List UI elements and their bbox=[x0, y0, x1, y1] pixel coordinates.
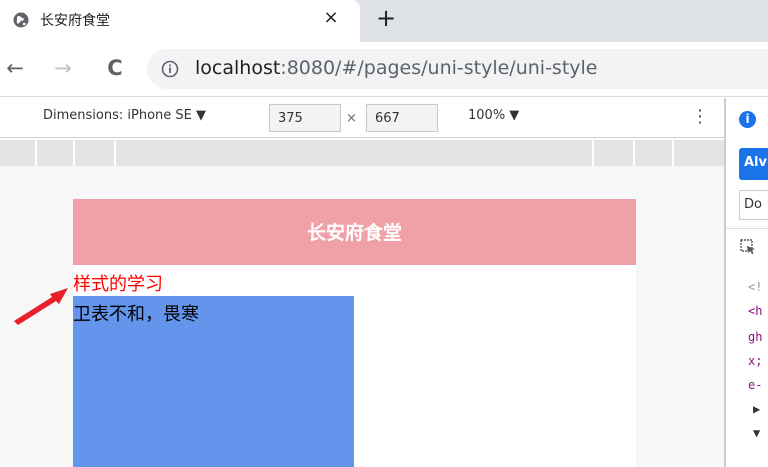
zoom-select[interactable]: 100% ▼ bbox=[468, 108, 519, 123]
info-icon[interactable] bbox=[161, 60, 179, 78]
inspect-element-icon[interactable] bbox=[740, 239, 756, 255]
code-line: <! bbox=[748, 280, 763, 294]
code-line: <h bbox=[748, 304, 763, 318]
close-tab-icon[interactable]: × bbox=[320, 7, 342, 29]
code-line: x; bbox=[748, 354, 763, 368]
collapse-arrow-icon[interactable]: ▼ bbox=[753, 426, 760, 440]
ruler-segment bbox=[672, 140, 674, 166]
device-screen: 长安府食堂 样式的学习 卫表不和，畏寒 bbox=[73, 199, 636, 467]
page-heading: 样式的学习 bbox=[73, 274, 163, 295]
more-options-icon[interactable]: ⋮ bbox=[691, 105, 709, 129]
url-host: localhost bbox=[195, 57, 281, 79]
devtools-panel: i Alv Do <! <h gh x; e- ▶ ▼ bbox=[726, 98, 768, 467]
code-line: e- bbox=[748, 378, 763, 392]
ruler-segment bbox=[592, 140, 594, 166]
ruler-segment bbox=[114, 140, 116, 166]
browser-toolbar: ← → C localhost:8080/#/pages/uni-style/u… bbox=[0, 42, 768, 97]
tab-strip: 长安府食堂 × + bbox=[0, 0, 768, 42]
panel-separator bbox=[726, 228, 768, 229]
back-arrow-icon[interactable]: ← bbox=[3, 56, 27, 80]
ruler-segment bbox=[73, 140, 75, 166]
device-toolbar: Dimensions: iPhone SE ▼ 375 × 667 100% ▼… bbox=[0, 98, 726, 138]
ruler-segment bbox=[35, 140, 37, 166]
code-line: gh bbox=[748, 330, 763, 344]
height-input[interactable]: 667 bbox=[366, 104, 438, 132]
navbar-title: 长安府食堂 bbox=[306, 222, 402, 244]
ruler-segment bbox=[633, 140, 635, 166]
devtools-action-button[interactable]: Alv bbox=[739, 148, 768, 180]
info-badge-icon[interactable]: i bbox=[739, 111, 756, 128]
block-text: 卫表不和，畏寒 bbox=[73, 304, 199, 325]
reload-icon[interactable]: C bbox=[103, 56, 127, 80]
url-path: :8080/#/pages/uni-style/uni-style bbox=[280, 57, 598, 79]
media-query-ruler[interactable] bbox=[0, 140, 724, 166]
dimensions-select[interactable]: Dimensions: iPhone SE ▼ bbox=[43, 108, 206, 123]
tab-title: 长安府食堂 bbox=[40, 13, 110, 29]
globe-icon bbox=[13, 12, 29, 28]
url-text: localhost:8080/#/pages/uni-style/uni-sty… bbox=[195, 57, 598, 79]
expand-arrow-icon[interactable]: ▶ bbox=[753, 402, 760, 416]
app-navbar: 长安府食堂 bbox=[73, 199, 636, 265]
new-tab-button[interactable]: + bbox=[374, 6, 398, 30]
width-input[interactable]: 375 bbox=[269, 104, 341, 132]
browser-tab[interactable]: 长安府食堂 × bbox=[0, 0, 360, 42]
blue-content-block: 卫表不和，畏寒 bbox=[73, 296, 354, 467]
annotation-arrow-icon bbox=[14, 288, 68, 325]
devtools-tab[interactable]: Do bbox=[739, 190, 768, 220]
forward-arrow-icon[interactable]: → bbox=[51, 56, 75, 80]
address-bar[interactable]: localhost:8080/#/pages/uni-style/uni-sty… bbox=[147, 49, 768, 89]
times-sign: × bbox=[346, 111, 357, 126]
